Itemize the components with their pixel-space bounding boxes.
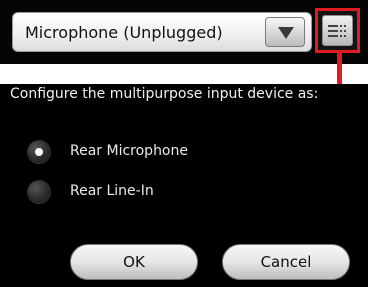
- device-config-button-face: [322, 15, 353, 46]
- cancel-button[interactable]: Cancel: [222, 244, 350, 280]
- option-label: Rear Microphone: [70, 143, 188, 159]
- radio-rear-line-in[interactable]: [28, 181, 50, 203]
- device-dropdown-value: Microphone (Unplugged): [25, 23, 223, 42]
- highlight-callout-line: [337, 53, 342, 84]
- device-config-icon: [328, 25, 346, 37]
- ok-button[interactable]: OK: [70, 244, 198, 280]
- input-config-dialog: Configure the multipurpose input device …: [0, 84, 368, 287]
- dropdown-arrow-button[interactable]: [265, 17, 305, 47]
- device-toolbar: Microphone (Unplugged): [0, 0, 368, 64]
- chevron-down-icon: [278, 27, 294, 39]
- radio-rear-microphone[interactable]: [28, 141, 50, 163]
- device-dropdown[interactable]: Microphone (Unplugged): [12, 12, 312, 52]
- device-config-button[interactable]: [315, 8, 360, 53]
- option-label: Rear Line-In: [70, 183, 154, 199]
- dialog-prompt: Configure the multipurpose input device …: [10, 86, 319, 102]
